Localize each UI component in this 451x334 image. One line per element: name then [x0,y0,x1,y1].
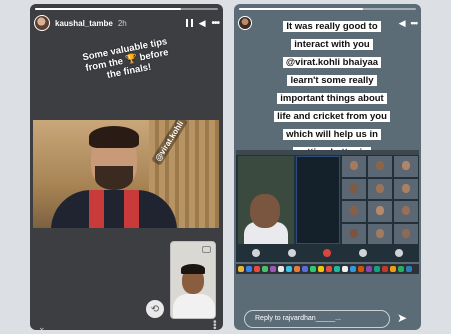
story-progress-fill [239,8,363,10]
story-text-line: which will help us in [283,129,381,140]
taskbar-app-icon [254,266,260,272]
story-progress-fill [35,8,182,10]
participant-tile [368,201,392,222]
taskbar-app-icon [390,266,396,272]
story-progress-bar [239,8,416,10]
person-body [173,294,215,318]
person-hair [181,264,205,274]
person-hair [89,126,139,148]
taskbar-app-icon [318,266,324,272]
call-controls [238,247,417,259]
participant-tile [394,201,418,222]
story-text-line: @virat.kohli bhaiyaa [282,57,382,68]
camera-icon[interactable] [287,249,296,257]
mic-icon[interactable] [251,249,260,257]
right-story: ◀ ••• It was really good to interact with… [234,4,421,330]
username[interactable]: kaushal_tambe [55,19,113,28]
taskbar-app-icon [310,266,316,272]
more-icon[interactable]: ••• [411,18,419,28]
taskbar-app-icon [326,266,332,272]
participant-tile [368,223,392,244]
taskbar-app-icon [382,266,388,272]
taskbar-app-icon [374,266,380,272]
participant-tile [394,178,418,199]
left-story: kaushal_tambe 2h ◀ ••• Some valuable tip… [30,4,223,330]
taskbar-app-icon [262,266,268,272]
participant-grid [342,156,418,244]
taskbar-app-icon [246,266,252,272]
speaker-icon[interactable]: ◀ [199,18,206,28]
taskbar-app-icon [238,266,244,272]
taskbar-app-icon [366,266,372,272]
screenshot-root: kaushal_tambe 2h ◀ ••• Some valuable tip… [0,0,451,334]
desktop-taskbar [236,264,419,274]
taskbar-app-icon [398,266,404,272]
participant-tile [342,178,366,199]
person-jacket [51,190,177,228]
selected-participant-tile [296,156,340,244]
switch-camera-icon[interactable]: ⟲ [146,300,164,318]
participant-tile [342,201,366,222]
story-photo: @virat.kohli [33,120,219,228]
avatar[interactable] [34,15,50,31]
story-text-line: It was really good to [283,21,381,32]
screen-share-icon[interactable] [359,249,368,257]
participant-tile [368,178,392,199]
video-call-thumbnail[interactable] [170,241,216,319]
chat-icon[interactable] [395,249,404,257]
call-toolbar [236,150,419,155]
taskbar-app-icon [294,266,300,272]
send-icon[interactable]: ➤ [397,311,411,325]
taskbar-app-icon [286,266,292,272]
story-text-line: life and cricket from you [274,111,390,122]
taskbar-app-icon [278,266,284,272]
end-call-icon[interactable] [323,249,332,257]
taskbar-app-icon [342,266,348,272]
chevron-down-icon[interactable]: ⌄ [38,322,46,330]
taskbar-app-icon [406,266,412,272]
taskbar-app-icon [270,266,276,272]
taskbar-app-icon [302,266,308,272]
story-header: kaushal_tambe 2h ◀ ••• [34,14,220,32]
reply-input[interactable]: Reply to rajvardhan_____... [244,310,390,328]
more-icon[interactable]: ••• [211,18,219,29]
participant-tile [342,223,366,244]
taskbar-app-icon [350,266,356,272]
participant-tile [394,223,418,244]
story-text-line: learn't some really [287,75,377,86]
story-text-line: important things about [277,93,387,104]
post-time: 2h [117,18,127,28]
more-icon[interactable]: ••• [210,320,220,329]
participant-tile [394,156,418,177]
avatar[interactable] [238,16,252,30]
person-face [250,194,280,228]
person-beard [95,166,133,190]
participant-tile [342,156,366,177]
picture-in-picture-icon[interactable] [202,246,211,253]
story-text-line: interact with you [291,39,373,50]
taskbar-app-icon [358,266,364,272]
story-caption: Some valuable tips from the 🏆 before the… [60,32,194,89]
story-progress-bar [35,8,218,10]
main-participant-tile [238,156,294,244]
pause-icon[interactable] [185,19,193,27]
video-call-screenshot [236,150,419,262]
participant-tile [368,156,392,177]
taskbar-app-icon [334,266,340,272]
